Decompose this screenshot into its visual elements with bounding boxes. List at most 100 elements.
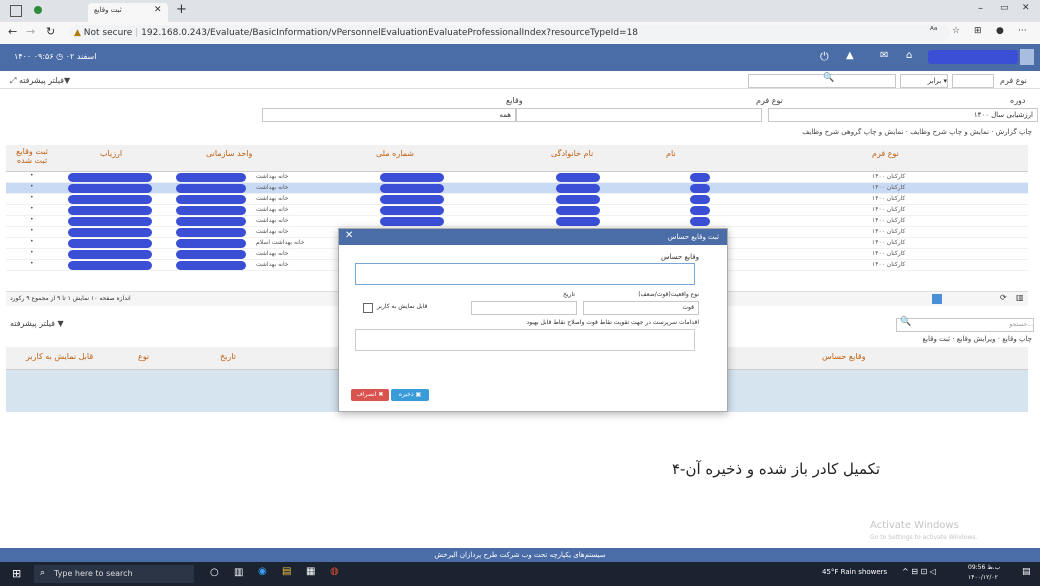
grid-header: نوع فرم نام نام خانوادگی شماره ملی واحد …	[6, 145, 1028, 172]
collections-icon[interactable]: ⊞	[974, 26, 982, 36]
form-type2-select[interactable]	[516, 108, 762, 122]
clock-date[interactable]: ۱۴۰۰/۱۲/۰۲	[968, 574, 998, 581]
events-select[interactable]: همه	[262, 108, 516, 122]
table-row[interactable]: کارکنان ۱۴۰۰ خانه بهداشت •	[6, 205, 1028, 216]
col-visible[interactable]: قابل نمایش به کاربر	[26, 352, 93, 361]
form-type-select[interactable]	[952, 74, 994, 88]
cell-events-dot: •	[30, 227, 34, 234]
cell-unit: خانه بهداشت	[256, 261, 289, 268]
task-view-icon[interactable]: ▥	[234, 567, 243, 578]
table-row[interactable]: کارکنان ۱۴۰۰ خانه بهداشت •	[6, 172, 1028, 183]
new-tab-icon[interactable]: +	[176, 2, 187, 17]
lower-search-input[interactable]: جستجو...	[896, 318, 1034, 332]
url-field[interactable]: ▲ Not secure | 192.168.0.243/Evaluate/Ba…	[70, 25, 950, 41]
home-icon[interactable]: ⌂	[906, 50, 912, 61]
save-button[interactable]: ذخیره ▣	[391, 389, 429, 401]
redacted-cell	[68, 195, 152, 204]
url-text: 192.168.0.243/Evaluate/BasicInformation/…	[141, 28, 639, 38]
dialog-close-icon[interactable]: ✕	[345, 230, 353, 241]
col-unit[interactable]: واحد سازمانی	[206, 149, 252, 158]
power-icon[interactable]: ⏻	[820, 50, 829, 64]
profile-icon[interactable]: ●	[996, 26, 1004, 36]
print-report-button[interactable]: چاپ گزارش	[996, 128, 1032, 136]
table-row[interactable]: کارکنان ۱۴۰۰ خانه بهداشت •	[6, 194, 1028, 205]
window-close-icon[interactable]: ✕	[1022, 3, 1030, 13]
advanced-filter-button[interactable]: ⤢ فیلتر پیشرفته▼	[10, 76, 70, 86]
add-event-button[interactable]: ثبت وقایع	[922, 335, 950, 343]
edit-event-button[interactable]: ویرایش وقایع	[957, 335, 996, 343]
cell-form: کارکنان ۱۴۰۰	[872, 206, 906, 213]
search-icon[interactable]: 🔍	[823, 73, 834, 83]
page-1-button[interactable]	[932, 294, 942, 304]
table-row[interactable]: کارکنان ۱۴۰۰ خانه بهداشت •	[6, 216, 1028, 227]
cell-events-dot: •	[30, 194, 34, 201]
explorer-icon[interactable]: ▤	[282, 566, 291, 577]
columns-icon[interactable]: ▥	[1016, 293, 1024, 302]
table-row[interactable]: کارکنان ۱۴۰۰ خانه بهداشت •	[6, 183, 1028, 194]
operator-select[interactable]: برابر ▾	[900, 74, 948, 88]
visible-checkbox[interactable]	[363, 303, 373, 313]
cell-unit: خانه بهداشت اسلام	[256, 239, 305, 246]
lower-search-icon[interactable]: 🔍	[900, 317, 911, 327]
windows-start-icon[interactable]: ⊞	[12, 567, 21, 580]
weather-text[interactable]: 45°F Rain showers	[822, 568, 887, 576]
redacted-cell	[556, 217, 600, 226]
app-header: ۱۴۰۰ اسفند ۰۲ ◷ ۰۹:۵۶ ⏻ ▲ ✉ ⌂	[0, 44, 1040, 71]
col-type[interactable]: نوع	[138, 352, 149, 361]
cell-unit: خانه بهداشت	[256, 228, 289, 235]
redacted-cell	[176, 239, 246, 248]
lower-advanced-filter[interactable]: فیلتر پیشرفته ▼	[10, 319, 64, 328]
redacted-cell	[380, 173, 444, 182]
event-type-select[interactable]: قوت	[583, 301, 699, 315]
col-name[interactable]: نام	[666, 149, 676, 158]
maximize-icon[interactable]: ▭	[1000, 3, 1009, 13]
form-type-search-input[interactable]	[748, 74, 896, 88]
filter-icon: ▼	[63, 76, 71, 85]
col-family[interactable]: نام خانوادگی	[551, 149, 593, 158]
col-form-type[interactable]: نوع فرم	[872, 149, 899, 158]
actions-textarea[interactable]	[355, 329, 695, 351]
cell-unit: خانه بهداشت	[256, 206, 289, 213]
store-icon[interactable]: ▦	[306, 566, 315, 577]
redacted-cell	[176, 250, 246, 259]
refresh-grid-icon[interactable]: ⟳	[1000, 293, 1007, 302]
col-events[interactable]: ثبت وقایع ثبت شده	[10, 147, 54, 165]
col-sensitive-events[interactable]: وقایع حساس	[822, 352, 865, 361]
cortana-icon[interactable]: ○	[210, 567, 219, 578]
read-aloud-icon[interactable]: ᴬᵃ	[930, 26, 937, 36]
redacted-cell	[68, 228, 152, 237]
chrome-icon[interactable]: ◍	[330, 566, 339, 577]
notification-icon[interactable]: ▲	[846, 50, 854, 61]
close-icon[interactable]: ✕	[154, 5, 162, 15]
favorite-icon[interactable]: ☆	[952, 26, 960, 36]
taskbar-search[interactable]: ⌕ Type here to search	[34, 565, 194, 583]
col-evaluator[interactable]: ارزیاب	[100, 149, 122, 158]
period-select[interactable]: ارزشیابی سال ۱۴۰۰	[768, 108, 1038, 122]
edge-icon[interactable]: ◉	[258, 566, 267, 577]
tab-actions-icon[interactable]	[10, 5, 22, 17]
back-icon[interactable]: ←	[8, 25, 17, 38]
tray-icons[interactable]: ^ ⊟ ⊡ ◁	[902, 567, 936, 576]
print-group-button[interactable]: نمایش و چاپ گروهی شرح وظایف	[802, 128, 903, 136]
browser-tab[interactable]: ثبت وقایع ✕	[88, 3, 168, 22]
redacted-cell	[68, 173, 152, 182]
cell-form: کارکنان ۱۴۰۰	[872, 228, 906, 235]
divider	[0, 88, 1040, 89]
cancel-button[interactable]: انصراف ✖	[351, 389, 389, 401]
cell-form: کارکنان ۱۴۰۰	[872, 261, 906, 268]
refresh-icon[interactable]: ↻	[46, 25, 55, 38]
forward-icon[interactable]: →	[26, 25, 35, 38]
menu-icon[interactable]: ···	[1018, 26, 1027, 36]
minimize-icon[interactable]: –	[978, 3, 983, 14]
print-event-button[interactable]: چاپ وقایع	[1002, 335, 1032, 343]
col-national-id[interactable]: شماره ملی	[376, 149, 414, 158]
date-input[interactable]	[471, 301, 577, 315]
mail-icon[interactable]: ✉	[880, 50, 888, 61]
clock-time[interactable]: 09:56 ب.ظ	[968, 564, 1000, 571]
cell-events-dot: •	[30, 205, 34, 212]
notifications-icon[interactable]: ▤	[1022, 567, 1031, 577]
print-show-button[interactable]: نمایش و چاپ شرح وظایف	[910, 128, 989, 136]
col-date[interactable]: تاریخ	[220, 352, 236, 361]
avatar[interactable]	[1020, 49, 1034, 65]
sensitive-events-textarea[interactable]	[355, 263, 695, 285]
